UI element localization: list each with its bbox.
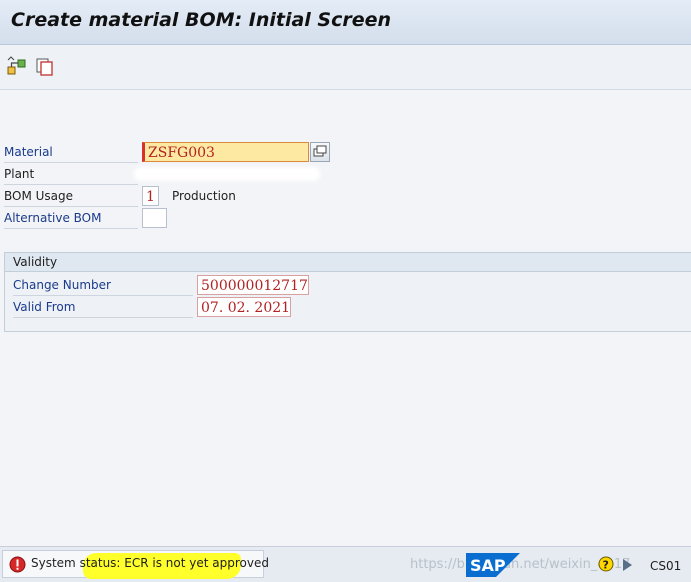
valid-from-label: Valid From	[13, 297, 193, 318]
bom-usage-description: Production	[172, 189, 236, 203]
error-icon	[9, 556, 26, 573]
page-title: Create material BOM: Initial Screen	[11, 9, 392, 31]
status-bar: System status: ECR is not yet approved h…	[0, 546, 691, 582]
transaction-code: CS01	[650, 559, 682, 573]
material-input[interactable]: ZSFG003	[142, 142, 309, 162]
value-help-icon	[313, 145, 327, 157]
status-message: System status: ECR is not yet approved	[31, 556, 269, 570]
change-number-input[interactable]: 500000012717	[197, 275, 309, 295]
bom-usage-input[interactable]: 1	[142, 186, 159, 206]
redacted-plant-area	[134, 167, 320, 181]
svg-text:?: ?	[603, 559, 609, 572]
help-icon[interactable]: ?	[598, 556, 614, 574]
title-bar: Create material BOM: Initial Screen	[0, 0, 691, 45]
bom-usage-label: BOM Usage	[4, 186, 138, 207]
sap-logo: SAP	[466, 553, 520, 577]
validity-group-header: Validity	[5, 253, 691, 272]
material-search-help-button[interactable]	[310, 142, 330, 162]
alternative-bom-label: Alternative BOM	[4, 208, 138, 229]
sap-logo-text: SAP	[470, 556, 506, 575]
status-message-box[interactable]: System status: ECR is not yet approved	[2, 550, 269, 579]
application-toolbar	[0, 45, 691, 90]
hierarchy-icon[interactable]	[6, 56, 28, 78]
copy-icon[interactable]	[34, 56, 56, 78]
validity-title: Validity	[13, 255, 58, 269]
plant-label: Plant	[4, 164, 138, 185]
validity-group: Validity Change Number 500000012717 Vali…	[4, 252, 691, 332]
change-number-label: Change Number	[13, 275, 193, 296]
main-content: Material ZSFG003 Plant BOM Usage 1 Produ…	[0, 90, 691, 546]
alternative-bom-input[interactable]	[142, 208, 167, 228]
play-triangle-icon[interactable]	[621, 558, 633, 572]
valid-from-input[interactable]: 07. 02. 2021	[197, 297, 291, 317]
material-label: Material	[4, 142, 138, 163]
